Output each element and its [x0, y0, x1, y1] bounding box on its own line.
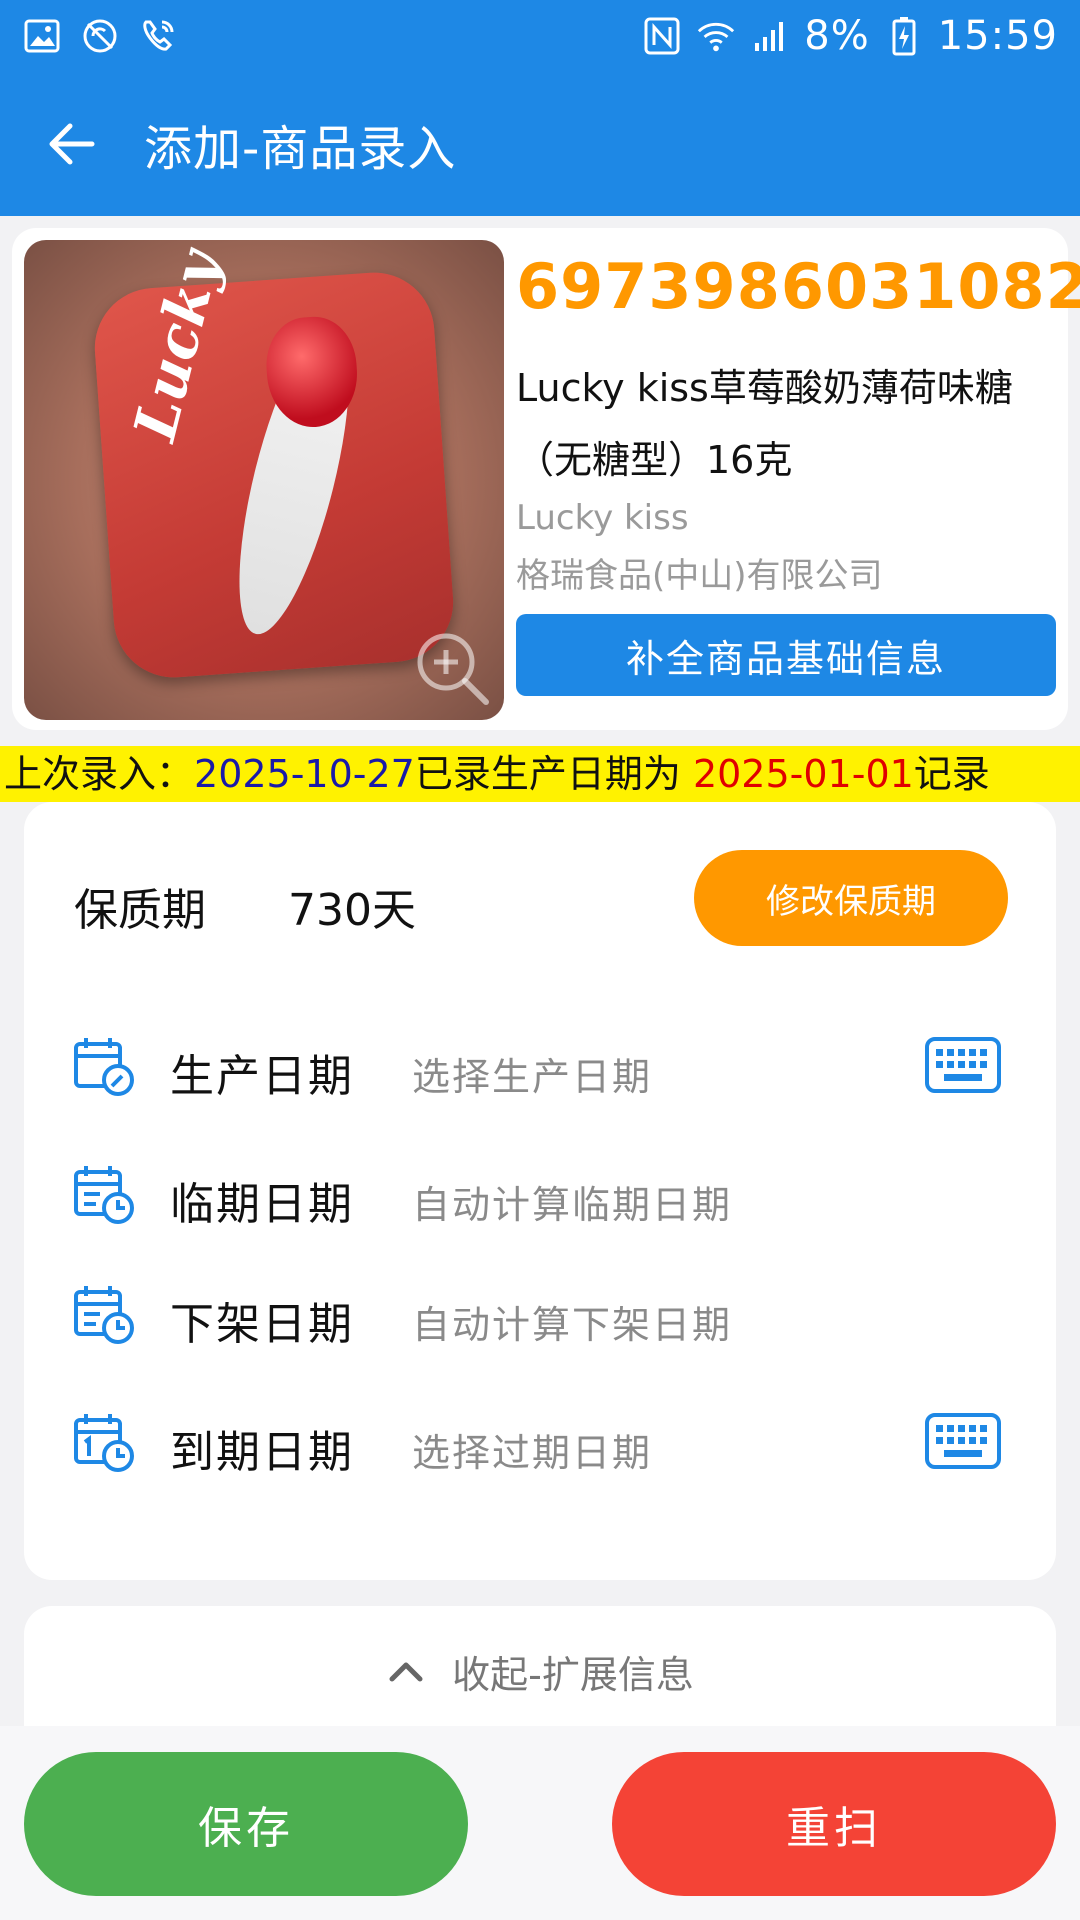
- off-shelf-date-field: 自动计算下架日期: [412, 1303, 733, 1347]
- status-right-icons: 8% 15:59: [642, 13, 1058, 59]
- collapse-extension-toggle[interactable]: 收起-扩展信息: [24, 1606, 1056, 1736]
- wifi-call-icon: [138, 16, 178, 56]
- page-title: 添加-商品录入: [144, 121, 457, 177]
- near-expiry-date-field: 自动计算临期日期: [412, 1183, 733, 1227]
- nfc-icon: [642, 16, 682, 56]
- extension-card: 收起-扩展信息: [24, 1606, 1056, 1736]
- product-company: 格瑞食品(中山)有限公司: [516, 556, 883, 596]
- expiry-date-row[interactable]: 到期日期 选择过期日期: [24, 1392, 1056, 1492]
- product-brand: Lucky kiss: [516, 498, 689, 538]
- app-bar: 添加-商品录入: [0, 72, 1080, 216]
- collapse-extension-label: 收起-扩展信息: [452, 1652, 694, 1697]
- off-shelf-date-row: 下架日期 自动计算下架日期: [24, 1264, 1056, 1364]
- chevron-up-icon: [389, 1662, 423, 1682]
- save-button[interactable]: 保存: [24, 1752, 468, 1896]
- calendar-clock-icon: [74, 1286, 134, 1344]
- status-left-icons: [22, 16, 178, 56]
- notice-prefix: 上次录入：: [4, 752, 195, 796]
- near-expiry-date-label: 临期日期: [170, 1179, 354, 1230]
- back-button[interactable]: [22, 94, 122, 194]
- last-entry-notice: 上次录入：2025-10-27已录生产日期为 2025-01-01记录: [0, 746, 1080, 802]
- battery-charging-icon: [884, 16, 924, 56]
- status-bar: 8% 15:59: [0, 0, 1080, 72]
- zoom-in-icon[interactable]: [412, 628, 492, 708]
- battery-percent: 8%: [804, 13, 870, 59]
- notice-suffix: 记录: [913, 752, 990, 796]
- tin-brand-logo: Lucky Kiss: [120, 240, 272, 448]
- production-date-row[interactable]: 生产日期 选择生产日期: [24, 1016, 1056, 1116]
- expiry-date-label: 到期日期: [170, 1427, 354, 1478]
- clock: 15:59: [937, 13, 1058, 59]
- notice-production-date: 2025-01-01: [692, 752, 914, 796]
- near-expiry-date-row: 临期日期 自动计算临期日期: [24, 1144, 1056, 1244]
- off-shelf-date-label: 下架日期: [170, 1299, 354, 1350]
- image-icon: [22, 16, 62, 56]
- production-date-field[interactable]: 选择生产日期: [412, 1046, 652, 1101]
- calendar-clock-icon: [74, 1166, 134, 1224]
- product-name: Lucky kiss草莓酸奶薄荷味糖（无糖型）16克: [516, 366, 1013, 482]
- notice-middle: 已录生产日期为: [414, 752, 693, 796]
- production-date-label: 生产日期: [170, 1051, 354, 1102]
- expiry-date-field[interactable]: 选择过期日期: [412, 1422, 652, 1477]
- product-tin-image: Lucky Kiss: [90, 240, 458, 682]
- calendar-expire-icon: [74, 1414, 134, 1472]
- product-barcode: 6973986031082: [516, 250, 1080, 323]
- dates-card: 保质期 730天 修改保质期 生产日期 选择生产日期 临期日期 自动计算临期日期…: [24, 802, 1056, 1580]
- notice-last-date: 2025-10-27: [194, 752, 415, 796]
- calendar-edit-icon: [74, 1038, 134, 1096]
- complete-product-info-button[interactable]: 补全商品基础信息: [516, 614, 1056, 696]
- keyboard-icon[interactable]: [924, 1036, 1002, 1094]
- keyboard-icon[interactable]: [924, 1412, 1002, 1470]
- shelf-life-label: 保质期: [74, 885, 206, 936]
- rescan-button[interactable]: 重扫: [612, 1752, 1056, 1896]
- edit-shelf-life-button[interactable]: 修改保质期: [694, 850, 1008, 946]
- wifi-icon: [696, 16, 736, 56]
- arrow-left-icon: [49, 123, 95, 165]
- no-sync-icon: [80, 16, 120, 56]
- bottom-action-bar: 保存 重扫: [0, 1726, 1080, 1920]
- signal-icon: [750, 16, 790, 56]
- shelf-life-value: 730天: [288, 885, 416, 936]
- product-photo[interactable]: Lucky Kiss: [24, 240, 504, 720]
